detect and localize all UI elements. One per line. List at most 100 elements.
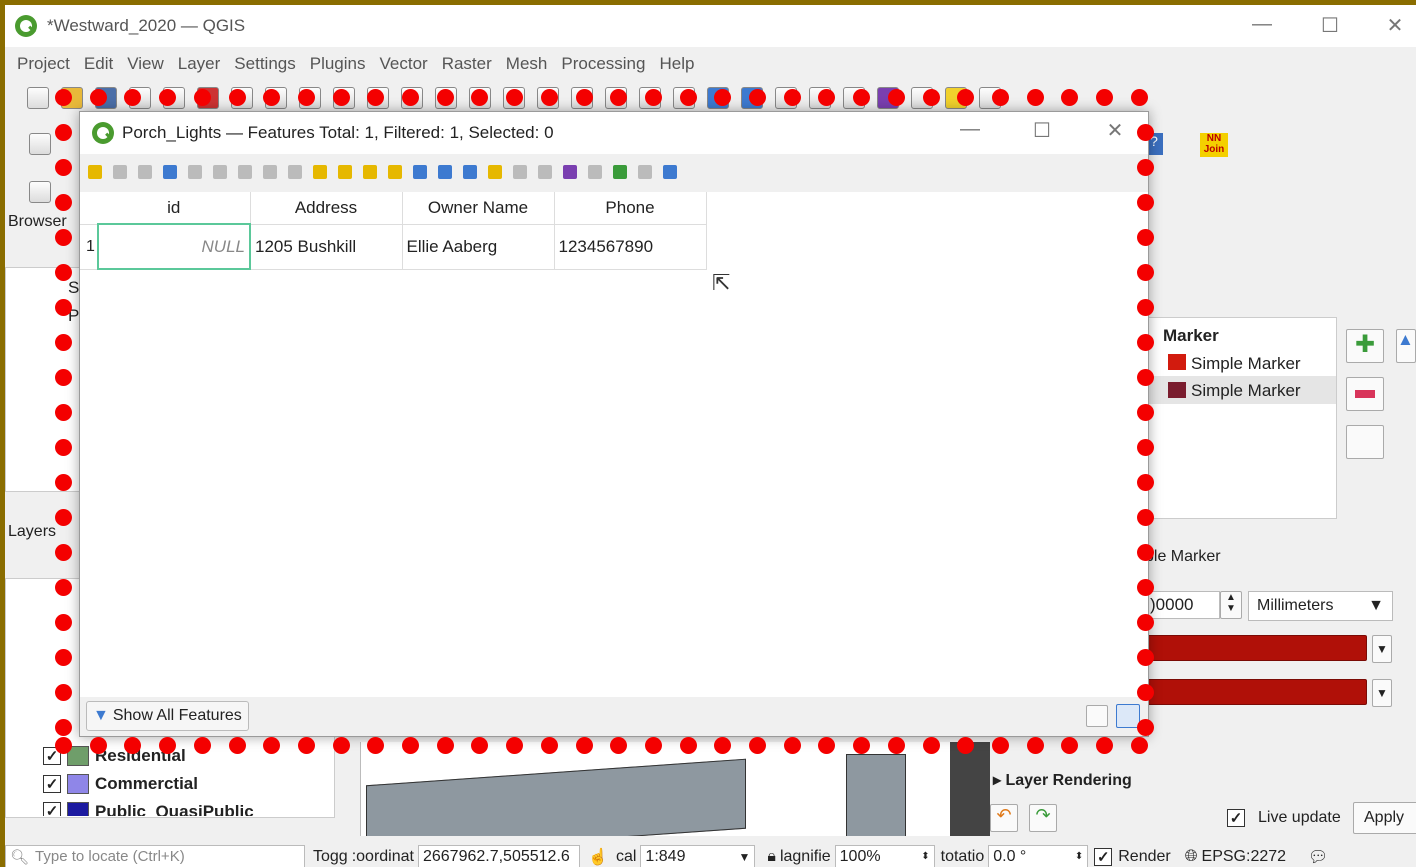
duplicate-symbol-layer-button[interactable]: [1346, 425, 1384, 459]
select-all-icon[interactable]: [338, 165, 352, 179]
move-up-button[interactable]: ▲: [1396, 329, 1416, 363]
delete-field-icon[interactable]: [538, 165, 552, 179]
live-update-checkbox[interactable]: ✓: [1227, 809, 1245, 827]
stroke-color-dropdown[interactable]: ▼: [1372, 679, 1392, 707]
paste-icon[interactable]: [288, 165, 302, 179]
symbol-layer-2[interactable]: Simple Marker: [1191, 381, 1301, 401]
fill-color-dropdown[interactable]: ▼: [1372, 635, 1392, 663]
symbol-layer-type[interactable]: ple Marker: [1145, 548, 1221, 566]
cell-address[interactable]: 1205 Bushkill: [250, 224, 403, 270]
red-dot: [55, 439, 72, 456]
close-icon[interactable]: ✕: [1375, 13, 1415, 38]
menu-mesh[interactable]: Mesh: [506, 54, 548, 74]
column-header-id[interactable]: id: [98, 192, 251, 225]
undo-icon[interactable]: ↶: [990, 804, 1018, 832]
scale-combo[interactable]: 1:849 ▼: [640, 844, 756, 867]
menu-raster[interactable]: Raster: [442, 54, 492, 74]
delete-feature-icon[interactable]: [213, 165, 227, 179]
form-view-icon[interactable]: [1086, 705, 1108, 727]
messages-icon[interactable]: 💬︎: [1308, 847, 1328, 867]
layer-row-commercial[interactable]: ✓ Commerctial: [43, 774, 198, 794]
attribute-table[interactable]: id Address Owner Name Phone 1 NULL 1205 …: [80, 192, 1148, 697]
redo-icon[interactable]: ↷: [1029, 804, 1057, 832]
menu-project[interactable]: Project: [17, 54, 70, 74]
multi-edit-icon[interactable]: [113, 165, 127, 179]
cut-icon[interactable]: [238, 165, 252, 179]
copy-icon[interactable]: [263, 165, 277, 179]
menu-plugins[interactable]: Plugins: [310, 54, 366, 74]
red-dot: [55, 579, 72, 596]
menu-layer[interactable]: Layer: [178, 54, 221, 74]
zoom-to-selected-icon[interactable]: [488, 165, 502, 179]
menu-help[interactable]: Help: [659, 54, 694, 74]
select-by-expression-icon[interactable]: [313, 165, 327, 179]
maximize-icon[interactable]: ☐: [1310, 13, 1350, 38]
table-row[interactable]: 1 NULL 1205 Bushkill Ellie Aaberg 123456…: [80, 223, 707, 270]
cell-id[interactable]: NULL: [97, 223, 251, 270]
dialog-close-icon[interactable]: ✕: [1095, 118, 1135, 143]
render-checkbox[interactable]: ✓: [1094, 847, 1113, 866]
add-feature-icon[interactable]: [188, 165, 202, 179]
crs-label[interactable]: EPSG:2272: [1202, 848, 1287, 866]
lock-icon[interactable]: 🔒︎: [767, 848, 776, 866]
nnjoin-icon[interactable]: NN Join: [1200, 133, 1228, 157]
map-canvas[interactable]: [360, 742, 950, 836]
coordinate-field[interactable]: 2667962.7,505512.6: [417, 844, 580, 867]
stroke-color-button[interactable]: [1145, 679, 1367, 705]
browser-item-s[interactable]: S: [68, 278, 79, 298]
actions-icon[interactable]: [613, 165, 627, 179]
menu-view[interactable]: View: [127, 54, 164, 74]
cell-phone[interactable]: 1234567890: [554, 224, 707, 270]
invert-selection-icon[interactable]: [363, 165, 377, 179]
globe-icon[interactable]: 🌐︎: [1185, 848, 1198, 866]
size-unit-select[interactable]: Millimeters ▼: [1248, 591, 1393, 621]
deselect-icon[interactable]: [388, 165, 402, 179]
field-calculator-icon[interactable]: [563, 165, 577, 179]
save-edits-icon[interactable]: [138, 165, 152, 179]
add-symbol-layer-button[interactable]: ✚: [1346, 329, 1384, 363]
magnifier-field[interactable]: 100% ⬍: [834, 844, 935, 867]
data-source-manager-icon[interactable]: [29, 133, 51, 155]
fill-color-button[interactable]: [1145, 635, 1367, 661]
layer-row-public[interactable]: ✓ Public_QuasiPublic: [43, 802, 254, 816]
apply-button[interactable]: Apply: [1353, 802, 1416, 834]
toggle-label[interactable]: Togg: [313, 848, 348, 866]
pan-to-selected-icon[interactable]: [463, 165, 477, 179]
dialog-minimize-icon[interactable]: —: [950, 118, 990, 141]
menu-edit[interactable]: Edit: [84, 54, 113, 74]
column-header-phone[interactable]: Phone: [554, 192, 707, 225]
layer-rendering-section[interactable]: ▸ Layer Rendering: [993, 770, 1132, 790]
dock-icon[interactable]: [638, 165, 652, 179]
menu-processing[interactable]: Processing: [561, 54, 645, 74]
size-input[interactable]: )0000: [1145, 591, 1220, 619]
mouse-icon[interactable]: ☝: [588, 847, 610, 867]
filter-menu-button[interactable]: ▼ Show All Features: [86, 701, 249, 731]
new-field-icon[interactable]: [513, 165, 527, 179]
toggle-editing-icon[interactable]: [88, 165, 102, 179]
red-dot: [1137, 404, 1154, 421]
menu-settings[interactable]: Settings: [234, 54, 295, 74]
menu-vector[interactable]: Vector: [380, 54, 428, 74]
size-spinner[interactable]: ▲ ▼: [1220, 591, 1242, 619]
dialog-maximize-icon[interactable]: ☐: [1022, 118, 1062, 143]
layer-checkbox[interactable]: ✓: [43, 775, 61, 793]
layers-panel-title: Layers: [8, 523, 57, 540]
column-header-address[interactable]: Address: [250, 192, 403, 225]
filter-icon[interactable]: [413, 165, 427, 179]
layer-checkbox[interactable]: ✓: [43, 802, 61, 816]
conditional-formatting-icon[interactable]: [588, 165, 602, 179]
locator-input[interactable]: 🔍︎ Type to locate (Ctrl+K): [5, 844, 305, 867]
row-number[interactable]: 1: [80, 224, 99, 270]
select-features-icon[interactable]: [29, 181, 51, 203]
new-project-icon[interactable]: [27, 87, 49, 109]
column-header-owner[interactable]: Owner Name: [402, 192, 555, 225]
cell-owner[interactable]: Ellie Aaberg: [402, 224, 555, 270]
move-selection-top-icon[interactable]: [438, 165, 452, 179]
red-dot: [193, 737, 211, 754]
remove-symbol-layer-button[interactable]: [1346, 377, 1384, 411]
zoom-map-icon[interactable]: [663, 165, 677, 179]
minimize-icon[interactable]: —: [1242, 13, 1282, 36]
reload-icon[interactable]: [163, 165, 177, 179]
rotation-field[interactable]: 0.0 ° ⬍: [988, 844, 1089, 867]
symbol-layer-1[interactable]: Simple Marker: [1191, 354, 1301, 374]
